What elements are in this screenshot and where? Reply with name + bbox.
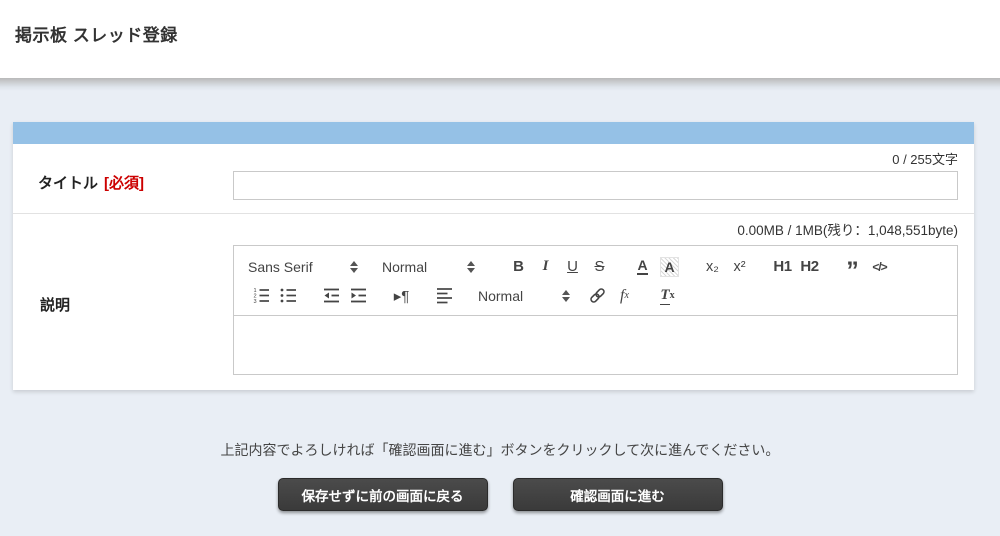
clean-t-glyph: T: [660, 287, 669, 305]
indent-button[interactable]: [345, 284, 372, 308]
font-picker-label: Sans Serif: [248, 259, 313, 275]
align-icon: [435, 286, 454, 305]
outdent-icon: [322, 286, 341, 305]
underline-button[interactable]: U: [559, 255, 586, 279]
title-char-counter: 0 / 255文字: [892, 149, 958, 168]
row-divider: [13, 213, 974, 214]
code-block-button[interactable]: </>: [866, 255, 893, 279]
bullet-list-icon: [279, 286, 298, 305]
font-picker[interactable]: Sans Serif: [248, 255, 358, 279]
format-group-list: 123: [248, 284, 302, 308]
indent-icon: [349, 286, 368, 305]
title-input[interactable]: [233, 171, 958, 200]
page-title: 掲示板 スレッド登録: [15, 21, 178, 46]
header2-button[interactable]: H2: [796, 255, 823, 279]
lineheight-picker-label: Normal: [478, 288, 523, 304]
confirm-instruction-text: 上記内容でよろしければ「確認画面に進む」ボタンをクリックして次に進んでください。: [0, 440, 1000, 460]
format-group-direction: ▸¶: [388, 284, 415, 308]
back-without-save-button[interactable]: 保存せずに前の画面に戻る: [278, 478, 488, 511]
panel-accent-bar: [13, 122, 974, 144]
page-header: 掲示板 スレッド登録: [0, 0, 1000, 78]
editor-toolbar: Sans Serif Normal B I U S A A: [234, 246, 957, 316]
subscript-button[interactable]: x₂: [699, 255, 726, 279]
title-label-text: タイトル: [38, 175, 98, 192]
text-color-icon: A: [637, 258, 647, 275]
thread-form-panel: 0 / 255文字 タイトル [必須] 0.00MB / 1MB(残り：1,048…: [13, 122, 974, 390]
editor-content-area[interactable]: [234, 316, 957, 374]
format-group-script: x₂ x²: [699, 255, 753, 279]
size-picker[interactable]: Normal: [382, 255, 475, 279]
format-group-indent: [318, 284, 372, 308]
bullet-list-button[interactable]: [275, 284, 302, 308]
picker-arrows-icon: [562, 290, 570, 302]
background-color-icon: A: [660, 257, 678, 277]
picker-arrows-icon: [350, 261, 358, 273]
description-field-label: 説明: [40, 294, 70, 315]
format-group-align: [431, 284, 458, 308]
proceed-to-confirm-button[interactable]: 確認画面に進む: [513, 478, 723, 511]
ordered-list-button[interactable]: 123: [248, 284, 275, 308]
format-group-clean: Tx: [654, 284, 681, 308]
formula-x-glyph: x: [625, 290, 629, 301]
outdent-button[interactable]: [318, 284, 345, 308]
svg-text:3: 3: [254, 299, 257, 305]
text-color-button[interactable]: A: [629, 255, 656, 279]
size-picker-label: Normal: [382, 259, 427, 275]
title-field-label: タイトル [必須]: [38, 172, 144, 193]
direction-icon: ▸¶: [394, 287, 410, 305]
clean-x-glyph: x: [670, 290, 675, 301]
footer-button-row: 保存せずに前の画面に戻る 確認画面に進む: [0, 478, 1000, 511]
bold-button[interactable]: B: [505, 255, 532, 279]
format-group-basic: B I U S: [505, 255, 613, 279]
format-group-insert: fx: [584, 284, 638, 308]
required-badge: [必須]: [104, 175, 144, 192]
description-size-counter: 0.00MB / 1MB(残り：1,048,551byte): [737, 219, 958, 239]
align-button[interactable]: [431, 284, 458, 308]
text-direction-button[interactable]: ▸¶: [388, 284, 415, 308]
toolbar-row-1: Sans Serif Normal B I U S A A: [248, 252, 943, 281]
format-group-block: ” </>: [839, 255, 893, 279]
clean-format-button[interactable]: Tx: [654, 284, 681, 308]
link-icon: [588, 286, 607, 305]
blockquote-button[interactable]: ”: [839, 255, 866, 279]
rich-text-editor: Sans Serif Normal B I U S A A: [233, 245, 958, 375]
header1-button[interactable]: H1: [769, 255, 796, 279]
picker-arrows-icon: [467, 261, 475, 273]
strikethrough-button[interactable]: S: [586, 255, 613, 279]
formula-button[interactable]: fx: [611, 284, 638, 308]
format-group-color: A A: [629, 255, 683, 279]
toolbar-row-2: 123: [248, 281, 943, 310]
ordered-list-icon: 123: [252, 286, 271, 305]
header-shadow-divider: [0, 78, 1000, 91]
format-group-header: H1 H2: [769, 255, 823, 279]
superscript-button[interactable]: x²: [726, 255, 753, 279]
lineheight-picker[interactable]: Normal: [478, 284, 570, 308]
background-color-button[interactable]: A: [656, 255, 683, 279]
link-button[interactable]: [584, 284, 611, 308]
italic-button[interactable]: I: [532, 255, 559, 279]
